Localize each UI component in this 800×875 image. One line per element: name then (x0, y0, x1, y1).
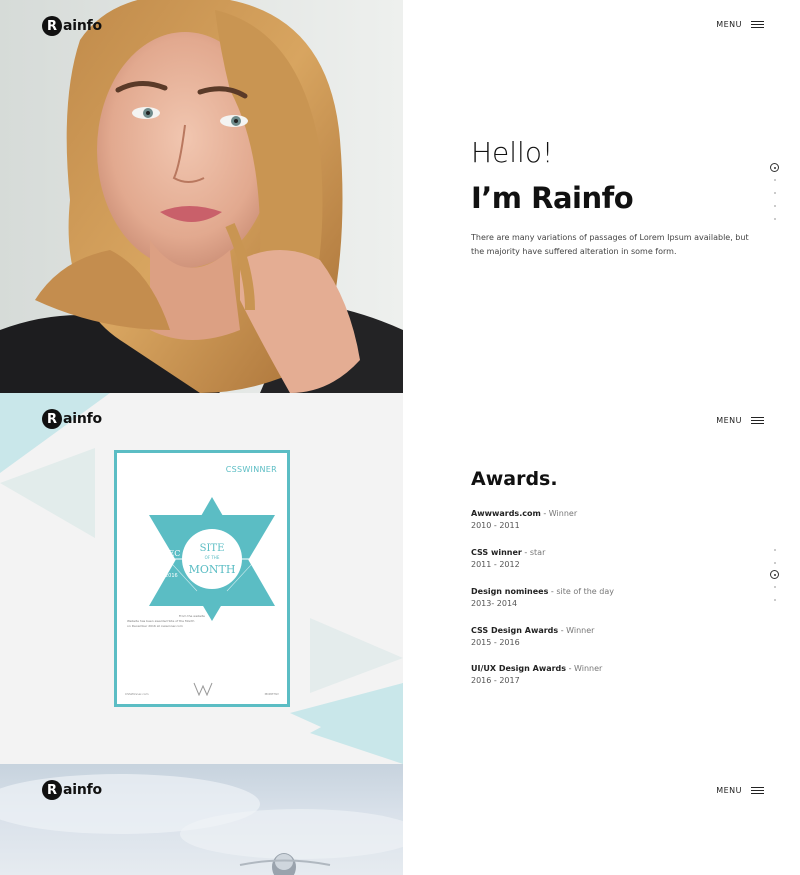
award-item: Awwwards.com - Winner 2010 - 2011 (471, 508, 577, 532)
menu-label: MENU (716, 416, 742, 425)
award-years: 2016 - 2017 (471, 676, 520, 685)
award-name: Awwwards.com (471, 509, 541, 518)
portrait-image (0, 0, 403, 393)
award-years: 2015 - 2016 (471, 638, 520, 647)
logo[interactable]: R ainfo (42, 409, 102, 429)
award-separator: - (540, 509, 549, 518)
section-nav (770, 162, 779, 225)
award-separator: - (566, 664, 575, 673)
award-separator: - (521, 548, 530, 557)
logo-text: ainfo (63, 18, 102, 34)
hero-greeting: Hello! (471, 136, 554, 169)
dot-icon[interactable] (773, 191, 776, 194)
logo-badge: R (42, 780, 62, 800)
award-years: 2013- 2014 (471, 599, 518, 608)
cert-month: DEC (162, 549, 180, 558)
dot-icon[interactable] (773, 204, 776, 207)
awards-title: Awards. (471, 468, 558, 490)
logo-badge: R (42, 409, 62, 429)
w-logo-icon (193, 682, 213, 696)
menu-button[interactable]: MENU (716, 416, 764, 425)
award-name: UI/UX Design Awards (471, 664, 567, 673)
hamburger-icon (751, 416, 764, 425)
award-name: CSS Design Awards (471, 626, 559, 635)
award-name: CSS winner (471, 548, 522, 557)
target-icon[interactable] (770, 163, 779, 172)
dot-icon[interactable] (773, 561, 776, 564)
dot-icon[interactable] (773, 217, 776, 220)
award-result: Winner (566, 626, 595, 635)
awards-section: CSSWINNER DEC 2016 SITE OF THE MONTH Fro… (0, 393, 800, 764)
hamburger-icon (751, 786, 764, 795)
section-nav (770, 543, 779, 606)
third-section: R ainfo MENU (0, 764, 800, 875)
hero-intro: There are many variations of passages of… (471, 231, 751, 259)
logo-badge: R (42, 16, 62, 36)
award-separator: - (558, 626, 567, 635)
hero-photo (0, 0, 403, 393)
menu-label: MENU (716, 786, 742, 795)
cert-body-2: Website has been awarded Site of the Mon… (127, 619, 195, 623)
cert-header: CSSWINNER (225, 465, 277, 474)
intro-line-1: There are many variations of passages of… (471, 233, 749, 242)
cert-body-3: on December 2016 at csswinner.com (127, 624, 183, 628)
award-result: Winner (574, 664, 603, 673)
hero-content: Hello! I’m Rainfo There are many variati… (403, 0, 800, 393)
award-item: UI/UX Design Awards - Winner 2016 - 2017 (471, 663, 602, 687)
award-result: site of the day (556, 587, 614, 596)
cert-line-2: OF THE (205, 555, 220, 560)
award-result: star (529, 548, 546, 557)
dot-icon[interactable] (773, 548, 776, 551)
award-result: Winner (548, 509, 578, 518)
third-content (403, 764, 800, 875)
cert-line-3: MONTH (189, 563, 236, 576)
award-item: Design nominees - site of the day 2013- … (471, 586, 614, 610)
dot-icon[interactable] (773, 598, 776, 601)
menu-label: MENU (716, 20, 742, 29)
dot-icon[interactable] (773, 178, 776, 181)
awards-visual: CSSWINNER DEC 2016 SITE OF THE MONTH Fro… (0, 393, 403, 764)
star-emblem: DEC 2016 SITE OF THE MONTH (126, 497, 287, 621)
hero-section: Hello! I’m Rainfo There are many variati… (0, 0, 800, 393)
cert-year: 2016 (165, 573, 178, 579)
logo[interactable]: R ainfo (42, 780, 102, 800)
dot-icon[interactable] (773, 585, 776, 588)
award-certificate: CSSWINNER DEC 2016 SITE OF THE MONTH Fro… (114, 450, 290, 707)
cert-line-1: SITE (200, 543, 225, 554)
logo-text: ainfo (63, 411, 102, 427)
intro-line-2: the majority have suffered alteration in… (471, 247, 677, 256)
award-name: Design nominees (471, 587, 549, 596)
cert-foot-right: MONTHLY (264, 692, 279, 696)
awards-content: Awards. Awwwards.com - Winner 2010 - 201… (403, 393, 800, 764)
award-item: CSS winner - star 2011 - 2012 (471, 547, 545, 571)
cert-foot-left: CSSWinner.com (125, 692, 149, 696)
award-item: CSS Design Awards - Winner 2015 - 2016 (471, 625, 594, 649)
logo-text: ainfo (63, 782, 102, 798)
cert-body-1: From the website (179, 614, 205, 618)
hero-name: I’m Rainfo (471, 181, 634, 215)
award-years: 2010 - 2011 (471, 521, 520, 530)
logo[interactable]: R ainfo (42, 16, 102, 36)
menu-button[interactable]: MENU (716, 20, 764, 29)
award-years: 2011 - 2012 (471, 560, 520, 569)
target-icon[interactable] (770, 570, 779, 579)
hamburger-icon (751, 20, 764, 29)
menu-button[interactable]: MENU (716, 786, 764, 795)
